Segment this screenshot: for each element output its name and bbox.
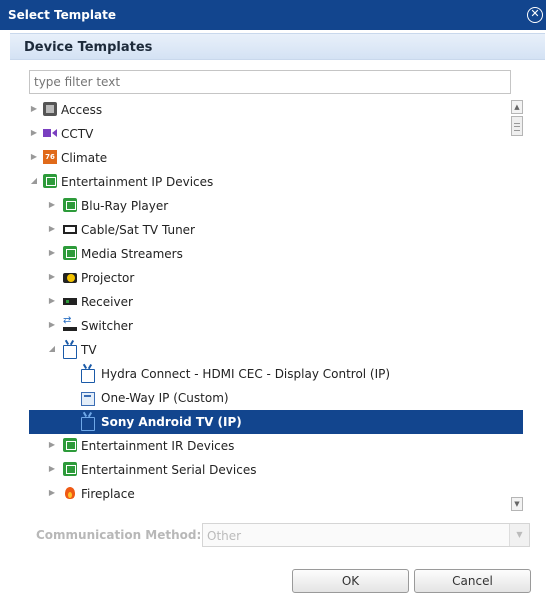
expand-arrow-icon[interactable]: ▶ <box>47 296 57 305</box>
communication-method-value: Other <box>207 529 242 543</box>
cancel-button[interactable]: Cancel <box>414 569 531 593</box>
tree-item-label: One-Way IP (Custom) <box>101 391 229 405</box>
chevron-down-icon[interactable]: ▼ <box>509 524 529 546</box>
expand-arrow-icon[interactable]: ▶ <box>47 272 57 281</box>
ok-button[interactable]: OK <box>292 569 409 593</box>
switcher-icon <box>63 315 77 332</box>
tree-item-label: Blu-Ray Player <box>81 199 169 213</box>
scrollbar-thumb[interactable] <box>511 116 523 136</box>
tree-item-media-streamers[interactable]: ▶ Media Streamers <box>29 242 523 266</box>
collapse-arrow-icon[interactable]: ◢ <box>47 344 57 353</box>
tree-item-label: Sony Android TV (IP) <box>101 415 242 429</box>
tree-item-entertainment-ip[interactable]: ◢ Entertainment IP Devices <box>29 170 523 194</box>
oneway-icon <box>81 392 95 406</box>
expand-arrow-icon[interactable]: ▶ <box>47 464 57 473</box>
expand-arrow-icon[interactable]: ▶ <box>29 128 39 137</box>
device-icon <box>63 462 77 476</box>
expand-arrow-icon[interactable]: ▶ <box>47 200 57 209</box>
tuner-icon <box>63 222 77 236</box>
tree-item-label: Entertainment Serial Devices <box>81 463 257 477</box>
receiver-icon <box>63 294 77 308</box>
device-icon <box>63 198 77 212</box>
tree-item-sony-android-tv[interactable]: Sony Android TV (IP) <box>29 410 523 434</box>
tree-item-label: Projector <box>81 271 135 285</box>
tree-item-bluray[interactable]: ▶ Blu-Ray Player <box>29 194 523 218</box>
device-icon <box>43 174 57 188</box>
tree-item-label: Access <box>61 103 103 117</box>
tree-item-label: Receiver <box>81 295 133 309</box>
tree-item-tv[interactable]: ◢ TV <box>29 338 523 362</box>
tv-icon <box>81 417 95 431</box>
communication-method-label: Communication Method: <box>36 528 202 542</box>
tree-item-hydra-connect[interactable]: Hydra Connect - HDMI CEC - Display Contr… <box>29 362 523 386</box>
tree-item-access[interactable]: ▶ Access <box>29 98 523 122</box>
tree-item-label: Hydra Connect - HDMI CEC - Display Contr… <box>101 367 391 381</box>
tree-item-entertainment-serial[interactable]: ▶ Entertainment Serial Devices <box>29 458 523 482</box>
tree-item-cctv[interactable]: ▶ CCTV <box>29 122 523 146</box>
expand-arrow-icon[interactable]: ▶ <box>47 488 57 497</box>
section-title: Device Templates <box>24 40 153 55</box>
fire-icon <box>63 486 77 500</box>
section-header: Device Templates <box>10 33 545 60</box>
lock-icon <box>43 102 57 116</box>
scroll-down-button[interactable]: ▼ <box>511 497 523 511</box>
title-bar: Select Template ✕ <box>0 0 546 30</box>
tree-item-label: Climate <box>61 151 108 165</box>
thermostat-icon: 76 <box>43 150 57 164</box>
tree-item-entertainment-ir[interactable]: ▶ Entertainment IR Devices <box>29 434 523 458</box>
tree-item-projector[interactable]: ▶ Projector <box>29 266 523 290</box>
expand-arrow-icon[interactable]: ▶ <box>47 224 57 233</box>
tv-icon <box>63 345 77 359</box>
expand-arrow-icon[interactable]: ▶ <box>29 104 39 113</box>
tv-icon <box>81 369 95 383</box>
expand-arrow-icon[interactable]: ▶ <box>29 152 39 161</box>
tree-item-label: Entertainment IR Devices <box>81 439 235 453</box>
tree-item-fireplace[interactable]: ▶ Fireplace <box>29 482 523 506</box>
filter-input[interactable] <box>29 70 511 94</box>
tree-item-label: Media Streamers <box>81 247 183 261</box>
close-icon[interactable]: ✕ <box>527 7 543 23</box>
tree-item-label: TV <box>81 343 97 357</box>
collapse-arrow-icon[interactable]: ◢ <box>29 176 39 185</box>
tree-item-label: Entertainment IP Devices <box>61 175 214 189</box>
device-icon <box>63 438 77 452</box>
tree-item-label: Cable/Sat TV Tuner <box>81 223 195 237</box>
tree-item-label: Switcher <box>81 319 133 333</box>
tree-item-one-way-ip[interactable]: One-Way IP (Custom) <box>29 386 523 410</box>
expand-arrow-icon[interactable]: ▶ <box>47 440 57 449</box>
tree-item-label: CCTV <box>61 127 94 141</box>
communication-method-select[interactable]: Other ▼ <box>202 523 530 547</box>
camera-icon <box>43 126 57 140</box>
template-tree: ▶ Access ▶ CCTV ▶ 76 Climate ◢ Entertain… <box>29 98 523 512</box>
window-title: Select Template <box>8 8 116 22</box>
tree-item-switcher[interactable]: ▶ Switcher <box>29 314 523 338</box>
expand-arrow-icon[interactable]: ▶ <box>47 248 57 257</box>
expand-arrow-icon[interactable]: ▶ <box>47 320 57 329</box>
tree-item-label: Fireplace <box>81 487 135 501</box>
tree-item-receiver[interactable]: ▶ Receiver <box>29 290 523 314</box>
tree-item-climate[interactable]: ▶ 76 Climate <box>29 146 523 170</box>
device-icon <box>63 246 77 260</box>
scroll-up-button[interactable]: ▲ <box>511 100 523 114</box>
projector-icon <box>63 270 77 284</box>
tree-item-cable-sat[interactable]: ▶ Cable/Sat TV Tuner <box>29 218 523 242</box>
